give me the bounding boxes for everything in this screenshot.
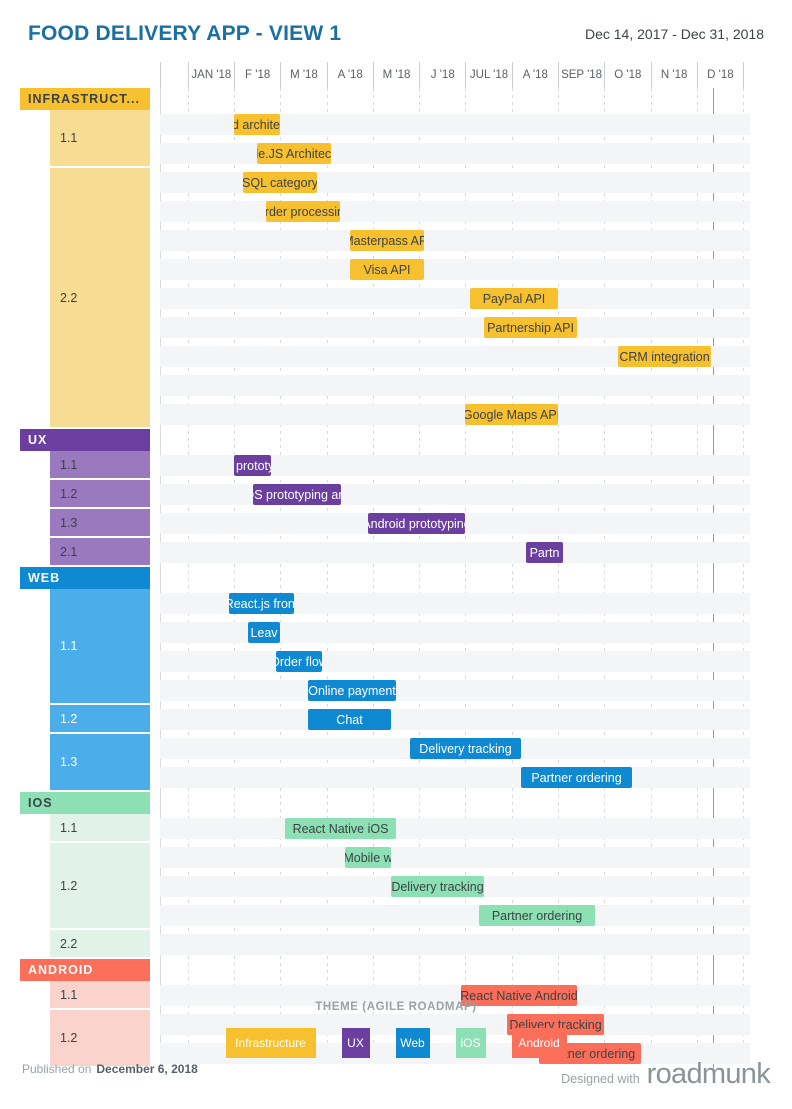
gantt-bar[interactable]: Web prototyping	[234, 455, 271, 476]
gantt-bar[interactable]: Mobile w	[345, 847, 391, 868]
gantt-bar[interactable]: Chat	[308, 709, 391, 730]
row-stripe	[160, 375, 750, 396]
timeline-month-8: SEP '18	[557, 62, 604, 88]
roadmap-page: FOOD DELIVERY APP - VIEW 1 Dec 14, 2017 …	[0, 0, 792, 1109]
gantt-bar[interactable]: React.js front	[229, 593, 294, 614]
gantt-bar[interactable]: Partn	[526, 542, 563, 563]
gantt-bar[interactable]: Online payment	[308, 680, 396, 701]
gantt-bar[interactable]: Visa API	[350, 259, 424, 280]
gantt-bar[interactable]: Delivery tracking	[391, 876, 484, 897]
subgroup-label-infrastructure-0[interactable]: 1.1	[50, 110, 150, 168]
gantt-bar[interactable]: Partner ordering	[479, 905, 595, 926]
row-stripe	[160, 317, 750, 338]
subgroup-label-ux-0[interactable]: 1.1	[50, 451, 150, 480]
timeline-month-0: JAN '18	[187, 62, 234, 88]
row-stripe	[160, 201, 750, 222]
subgroup-label-ux-1[interactable]: 1.2	[50, 480, 150, 509]
timeline-month-2: M '18	[280, 62, 326, 88]
gantt-bar[interactable]: Google Maps API	[465, 404, 558, 425]
designed-with: Designed with roadmunk	[561, 1058, 771, 1091]
row-stripe	[160, 680, 750, 701]
row-stripe	[160, 230, 750, 251]
timeline-month-4: M '18	[372, 62, 419, 88]
group-header-ux[interactable]: UX	[20, 429, 150, 451]
timeline-month-6: JUL '18	[465, 62, 511, 88]
gantt-bar[interactable]: Delivery tracking	[410, 738, 521, 759]
gantt-bar[interactable]: Leav	[248, 622, 280, 643]
subgroup-label-infrastructure-1[interactable]: 2.2	[50, 168, 150, 429]
published-label: Published on December 6, 2018	[22, 1062, 198, 1076]
subgroup-label-ux-2[interactable]: 1.3	[50, 509, 150, 538]
legend: Infrastructure UX Web iOS Android	[0, 1028, 792, 1058]
row-stripe	[160, 709, 750, 730]
published-date: December 6, 2018	[96, 1062, 198, 1076]
row-stripe	[160, 934, 750, 955]
legend-item-ux[interactable]: UX	[341, 1028, 370, 1058]
gantt-bar[interactable]: Cloud architecture	[234, 114, 280, 135]
subgroup-label-ux-3[interactable]: 2.1	[50, 538, 150, 567]
timeline-header: JAN '18 F '18 M '18 A '18 M '18 J '18 JUL '18 A…	[0, 62, 792, 88]
row-stripe	[160, 818, 750, 839]
group-header-infrastructure[interactable]: INFRASTRUCT...	[20, 88, 150, 110]
timeline-edge	[160, 62, 161, 88]
gantt-bar[interactable]: React Native iOS	[285, 818, 396, 839]
row-stripe	[160, 767, 750, 788]
row-stripe	[160, 542, 750, 563]
group-header-ios[interactable]: IOS	[20, 792, 150, 814]
gantt-bar[interactable]: PayPal API	[470, 288, 558, 309]
date-range-label: Dec 14, 2017 - Dec 31, 2018	[584, 26, 764, 42]
row-stripe	[160, 484, 750, 505]
designed-with-label: Designed with	[561, 1072, 640, 1086]
subgroup-label-ios-0[interactable]: 1.1	[50, 814, 150, 843]
gantt-bar[interactable]: Node.JS Architecture	[257, 143, 331, 164]
legend-item-android[interactable]: Android	[511, 1028, 567, 1058]
timeline-month-1: F '18	[234, 62, 280, 88]
subgroup-label-web-0[interactable]: 1.1	[50, 589, 150, 705]
gantt-bar[interactable]: CRM integration	[618, 346, 711, 367]
row-stripe	[160, 143, 750, 164]
gantt-bar[interactable]: Masterpass API	[350, 230, 424, 251]
row-stripe	[160, 905, 750, 926]
legend-item-web[interactable]: Web	[395, 1028, 430, 1058]
timeline-month-3: A '18	[326, 62, 373, 88]
timeline-month-10: N '18	[650, 62, 697, 88]
group-header-android[interactable]: ANDROID	[20, 959, 150, 981]
page-header: FOOD DELIVERY APP - VIEW 1 Dec 14, 2017 …	[0, 0, 792, 60]
page-title: FOOD DELIVERY APP - VIEW 1	[28, 22, 342, 45]
legend-item-infrastructure[interactable]: Infrastructure	[225, 1028, 316, 1058]
subgroup-label-web-2[interactable]: 1.3	[50, 734, 150, 792]
gantt-bar[interactable]: iOS prototyping and	[253, 484, 341, 505]
timeline-month-11: D '18	[696, 62, 743, 88]
group-header-web[interactable]: WEB	[20, 567, 150, 589]
row-stripe	[160, 847, 750, 868]
legend-item-ios[interactable]: iOS	[455, 1028, 486, 1058]
timeline-month-7: A '18	[511, 62, 558, 88]
gantt-bar[interactable]: Order flow	[276, 651, 322, 672]
theme-title: THEME (AGILE ROADMAP)	[315, 1001, 477, 1013]
gantt-bar[interactable]: Android prototyping	[368, 513, 465, 534]
published-prefix: Published on	[22, 1062, 92, 1076]
row-stripe	[160, 404, 750, 425]
timeline-month-9: O '18	[604, 62, 650, 88]
gantt-bar[interactable]: Partnership API	[484, 317, 577, 338]
row-stripe	[160, 288, 750, 309]
timeline-month-5: J '18	[419, 62, 465, 88]
row-stripe	[160, 651, 750, 672]
gantt-bar[interactable]: SQL category	[243, 172, 317, 193]
subgroup-label-web-1[interactable]: 1.2	[50, 705, 150, 734]
subgroup-label-ios-2[interactable]: 2.2	[50, 930, 150, 959]
subgroup-label-ios-1[interactable]: 1.2	[50, 843, 150, 930]
row-stripe	[160, 259, 750, 280]
gantt-bar[interactable]: Partner ordering	[521, 767, 632, 788]
gantt-bar[interactable]: Order processing	[266, 201, 340, 222]
roadmunk-logo: roadmunk	[646, 1058, 771, 1090]
timeline-edge-end	[743, 62, 745, 88]
